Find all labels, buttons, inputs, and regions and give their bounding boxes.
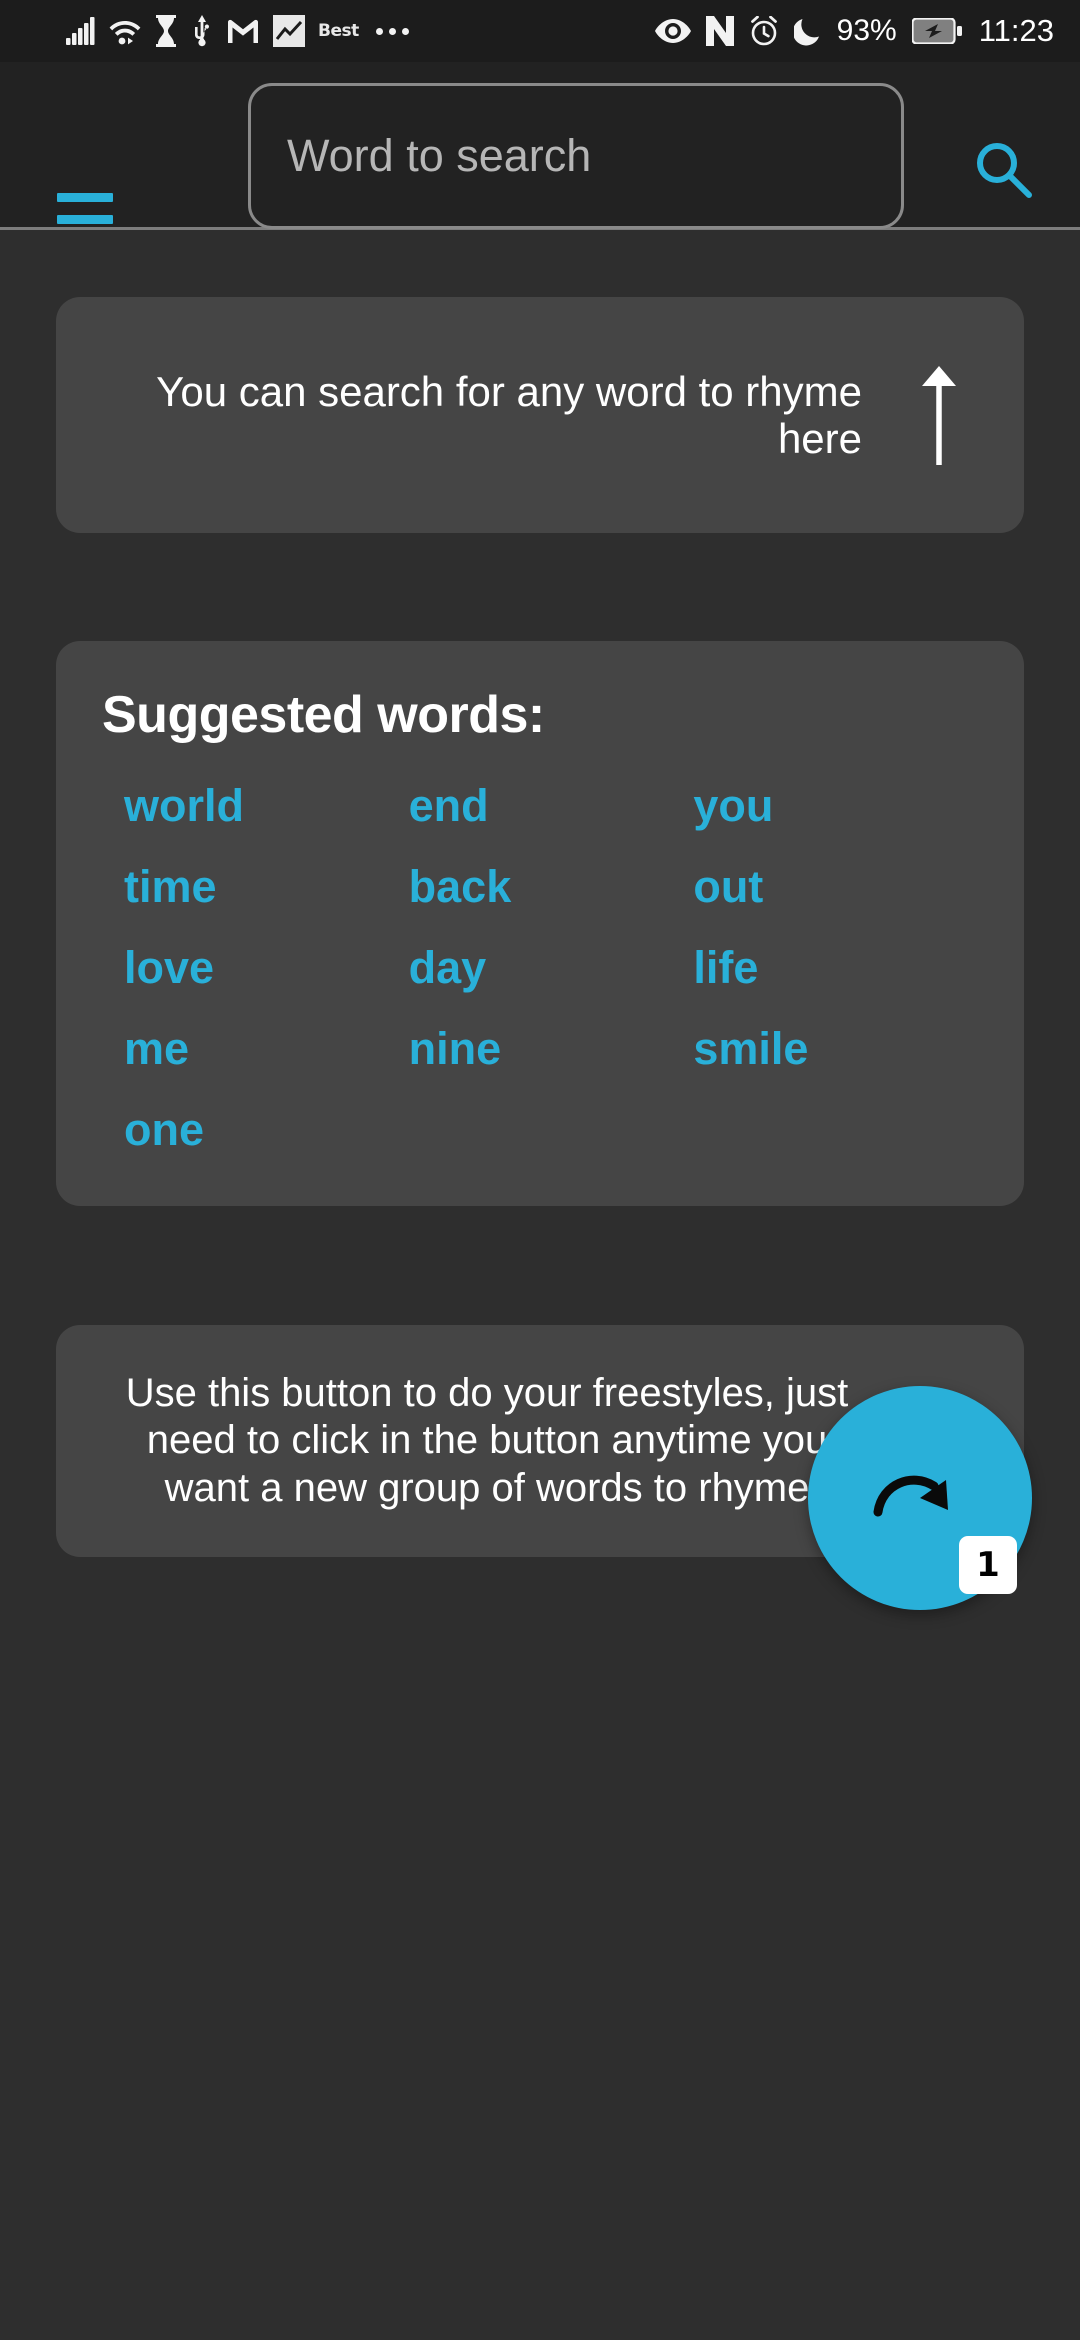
status-bar-left-icons: Best: [66, 0, 409, 62]
suggested-word[interactable]: end: [409, 779, 694, 834]
suggested-word[interactable]: life: [693, 941, 978, 996]
nfc-icon: [705, 16, 734, 46]
suggested-word[interactable]: nine: [409, 1022, 694, 1077]
page-number-badge: 1: [959, 1536, 1017, 1594]
redo-arrow-icon: [873, 1475, 948, 1517]
freestyle-hint-text: Use this button to do your freestyles, j…: [125, 1371, 849, 1510]
main-content: You can search for any word to rhyme her…: [0, 233, 1080, 2340]
suggested-word[interactable]: you: [693, 779, 978, 834]
suggested-word[interactable]: day: [409, 941, 694, 996]
suggested-word[interactable]: world: [124, 779, 409, 834]
app-bar: [0, 62, 1080, 246]
search-hint-text: You can search for any word to rhyme her…: [156, 367, 862, 462]
gmail-icon: [226, 17, 260, 45]
suggested-word[interactable]: love: [124, 941, 409, 996]
battery-percent-label: 93%: [836, 14, 897, 47]
search-input[interactable]: [248, 83, 904, 229]
status-bar-right-icons: 93% 11:23: [654, 0, 1054, 62]
do-not-disturb-moon-icon: [793, 16, 822, 46]
suggested-word[interactable]: one: [124, 1103, 409, 1158]
usb-icon: [191, 15, 213, 47]
hourglass-icon: [154, 15, 178, 47]
hamburger-line: [57, 214, 113, 224]
best-app-icon: Best: [318, 21, 359, 41]
suggested-word[interactable]: time: [124, 860, 409, 915]
status-bar: Best 93% 11:23: [0, 0, 1080, 62]
suggested-words-card: Suggested words: world end you time back…: [56, 641, 1024, 1206]
suggested-word[interactable]: out: [693, 860, 978, 915]
suggested-word[interactable]: back: [409, 860, 694, 915]
suggested-word[interactable]: smile: [693, 1022, 978, 1077]
hamburger-line: [57, 192, 113, 202]
suggested-words-title: Suggested words:: [102, 686, 545, 744]
suggested-words-grid: world end you time back out love day lif…: [102, 779, 978, 1157]
more-dots-icon: [375, 27, 409, 35]
arrow-up-icon: [896, 363, 982, 467]
battery-charging-icon: [911, 18, 962, 44]
search-hint-card: You can search for any word to rhyme her…: [56, 297, 1024, 533]
chart-app-icon: [273, 15, 305, 47]
suggested-word[interactable]: me: [124, 1022, 409, 1077]
search-icon[interactable]: [958, 124, 1048, 214]
wifi-icon: [109, 17, 141, 45]
app-screen: Best 93% 11:23 Word to search You can se…: [0, 0, 1080, 2340]
alarm-icon: [749, 16, 779, 46]
signal-bars-icon: [66, 17, 96, 45]
eye-icon: [654, 18, 691, 44]
status-bar-clock: 11:23: [978, 13, 1054, 48]
